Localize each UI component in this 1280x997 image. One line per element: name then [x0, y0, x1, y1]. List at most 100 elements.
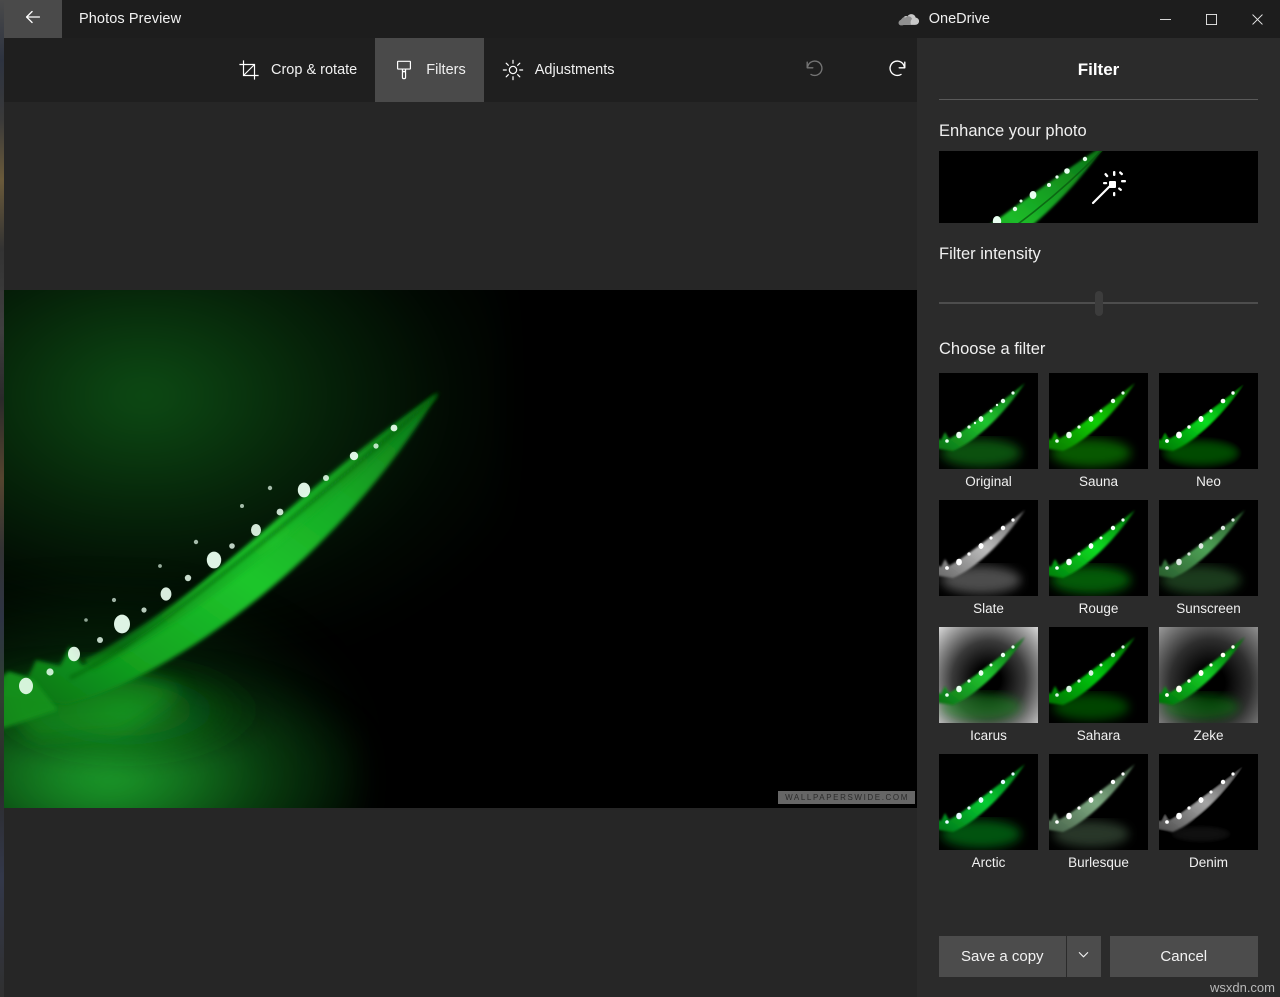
filter-thumb-image — [939, 500, 1038, 596]
photo-preview[interactable]: WALLPAPERSWIDE.COM — [4, 290, 917, 808]
filter-label: Slate — [973, 601, 1004, 616]
enhance-heading: Enhance your photo — [939, 122, 1087, 140]
filter-label: Neo — [1196, 474, 1221, 489]
photos-app-window: Photos Preview OneDrive Crop & rotate Fi… — [0, 0, 1280, 997]
back-arrow-icon — [22, 6, 44, 33]
title-bar: Photos Preview OneDrive — [0, 0, 1280, 38]
filter-thumb-image — [1049, 373, 1148, 469]
filter-thumbnail — [1159, 754, 1258, 850]
filter-item-icarus[interactable]: Icarus — [939, 627, 1038, 746]
filter-thumb-image — [1159, 754, 1258, 850]
minimize-button[interactable] — [1142, 0, 1188, 38]
history-buttons — [795, 51, 917, 89]
filter-thumbnail — [1049, 754, 1148, 850]
background-window-sliver — [0, 0, 4, 997]
filter-item-sahara[interactable]: Sahara — [1049, 627, 1148, 746]
filter-thumbnail — [939, 500, 1038, 596]
panel-action-bar: Save a copy Cancel — [939, 936, 1258, 977]
leaf-graphic — [4, 392, 439, 772]
filter-item-neo[interactable]: Neo — [1159, 373, 1258, 492]
filter-thumbnail — [939, 627, 1038, 723]
tab-adjustments-label: Adjustments — [534, 62, 615, 78]
save-options-dropdown-button[interactable] — [1066, 936, 1101, 977]
editor-toolbar: Crop & rotate Filters Adjustments — [4, 38, 917, 102]
back-button[interactable] — [4, 0, 62, 38]
undo-icon — [802, 56, 826, 85]
filter-item-denim[interactable]: Denim — [1159, 754, 1258, 873]
tab-adjustments[interactable]: Adjustments — [484, 38, 633, 102]
choose-filter-heading: Choose a filter — [939, 340, 1046, 358]
filter-thumbnail — [1159, 500, 1258, 596]
chevron-down-icon — [1077, 948, 1090, 965]
tab-filters[interactable]: Filters — [375, 38, 484, 102]
filter-label: Denim — [1188, 855, 1228, 870]
save-split-button: Save a copy — [939, 936, 1101, 977]
filter-item-rouge[interactable]: Rouge — [1049, 500, 1148, 619]
filter-label: Rouge — [1078, 601, 1119, 616]
panel-title: Filter — [1077, 60, 1120, 79]
filter-thumb-image — [1049, 627, 1148, 723]
window-controls — [1142, 0, 1280, 38]
filter-thumb-image — [1049, 500, 1148, 596]
filter-label: Sunscreen — [1176, 601, 1241, 616]
filter-item-burlesque[interactable]: Burlesque — [1049, 754, 1148, 873]
brush-icon — [393, 59, 415, 81]
filter-thumbnail — [1049, 373, 1148, 469]
site-watermark: wsxdn.com — [1209, 980, 1275, 995]
filter-label: Burlesque — [1068, 855, 1129, 870]
brightness-icon — [502, 59, 524, 81]
filter-label: Original — [965, 474, 1012, 489]
tab-filters-label: Filters — [426, 62, 466, 78]
window-title: Photos Preview — [79, 11, 182, 27]
tab-crop-rotate-label: Crop & rotate — [271, 62, 358, 78]
filter-thumbnail — [939, 754, 1038, 850]
enhance-thumbnail-image — [939, 151, 1167, 223]
filter-label: Icarus — [970, 728, 1007, 743]
close-button[interactable] — [1234, 0, 1280, 38]
crop-icon — [238, 59, 260, 81]
filter-thumbnail — [939, 373, 1038, 469]
filter-thumb-image — [1159, 373, 1258, 469]
undo-button[interactable] — [795, 51, 833, 89]
filter-item-arctic[interactable]: Arctic — [939, 754, 1038, 873]
maximize-button[interactable] — [1188, 0, 1234, 38]
enhance-photo-button[interactable] — [939, 151, 1258, 223]
filter-thumb-image — [1159, 637, 1245, 720]
panel-divider — [939, 99, 1258, 100]
filter-label: Sauna — [1078, 474, 1119, 489]
filter-thumb-image — [939, 637, 1025, 721]
filter-thumb-image — [939, 754, 1038, 850]
filter-thumb-image — [1049, 754, 1148, 850]
tab-crop-rotate[interactable]: Crop & rotate — [220, 38, 375, 102]
cancel-button[interactable]: Cancel — [1109, 936, 1258, 977]
filter-item-original[interactable]: Original — [939, 373, 1038, 492]
filter-item-zeke[interactable]: Zeke — [1159, 627, 1258, 746]
filter-thumbnail — [1159, 627, 1258, 723]
photo-canvas: WALLPAPERSWIDE.COM — [4, 102, 917, 997]
filter-label: Arctic — [971, 855, 1006, 870]
magic-wand-icon — [1091, 171, 1126, 205]
filter-thumb-image — [939, 373, 1038, 469]
filter-label: Zeke — [1193, 728, 1224, 743]
filter-thumbnail — [1049, 627, 1148, 723]
filter-grid: Original Sauna Neo Slate Rouge Sunscreen… — [939, 373, 1258, 873]
slider-thumb[interactable] — [1094, 291, 1103, 316]
filter-intensity-heading: Filter intensity — [939, 245, 1041, 263]
filter-thumb-image — [1159, 500, 1258, 596]
filter-item-sunscreen[interactable]: Sunscreen — [1159, 500, 1258, 619]
photo-watermark: WALLPAPERSWIDE.COM — [778, 791, 915, 804]
filter-thumbnail — [1159, 373, 1258, 469]
editor-tab-list: Crop & rotate Filters Adjustments — [220, 38, 633, 102]
filter-panel: Filter Enhance your photo Filter intensi… — [917, 38, 1280, 997]
filter-label: Sahara — [1076, 728, 1121, 743]
filter-item-slate[interactable]: Slate — [939, 500, 1038, 619]
save-a-copy-button[interactable]: Save a copy — [939, 936, 1066, 977]
cloud-icon — [898, 11, 920, 27]
filter-intensity-slider[interactable] — [939, 288, 1258, 318]
filter-item-sauna[interactable]: Sauna — [1049, 373, 1148, 492]
filter-thumbnail — [1049, 500, 1148, 596]
redo-icon — [886, 56, 910, 85]
redo-button[interactable] — [879, 51, 917, 89]
onedrive-label: OneDrive — [928, 11, 990, 27]
onedrive-status[interactable]: OneDrive — [898, 0, 990, 38]
